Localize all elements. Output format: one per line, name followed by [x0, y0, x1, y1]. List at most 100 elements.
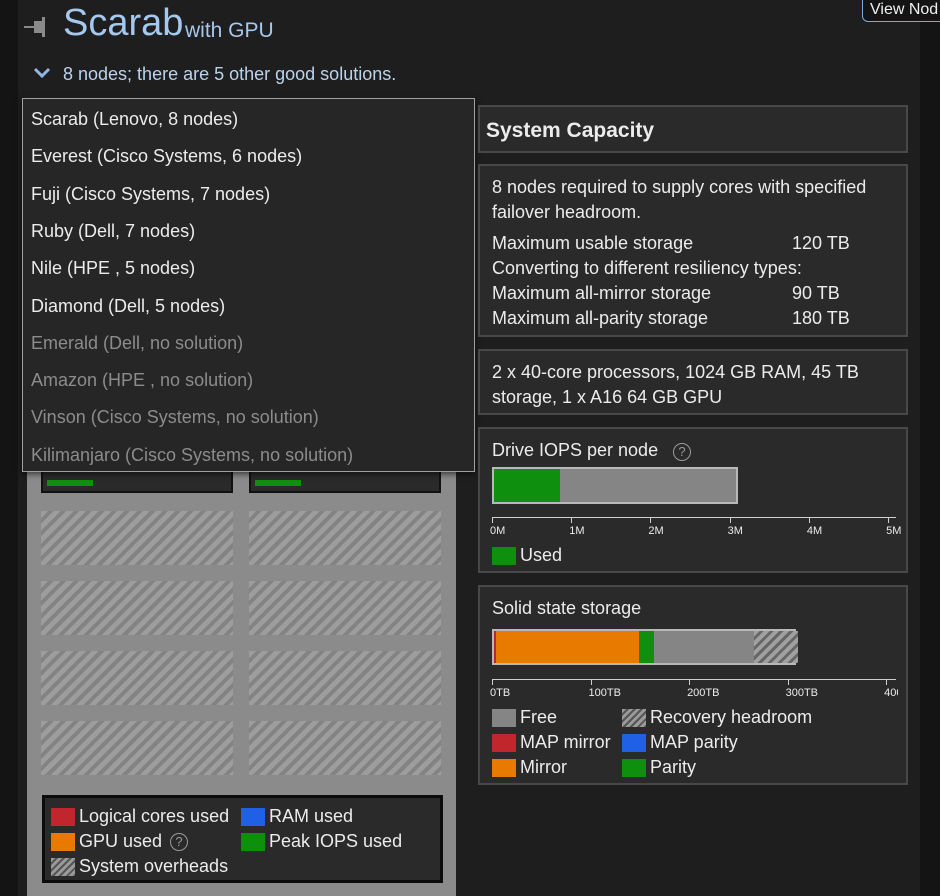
- peak-iops-swatch: [241, 832, 265, 851]
- mirror-swatch: [492, 758, 516, 777]
- capacity-summary-box: 8 nodes required to supply cores with sp…: [478, 164, 908, 337]
- map-parity-swatch: [622, 733, 646, 752]
- axis-tick: [787, 679, 789, 685]
- max-usable-label: Maximum usable storage: [492, 233, 694, 253]
- axis-tick-label: 0M: [490, 525, 506, 537]
- dropdown-option[interactable]: Fuji (Cisco Systems, 7 nodes): [31, 184, 270, 205]
- empty-node-slot: [41, 511, 233, 565]
- parity-swatch: [622, 758, 646, 777]
- axis-tick: [689, 679, 691, 685]
- map-mirror-swatch: [492, 733, 516, 752]
- pin-icon[interactable]: [22, 14, 52, 40]
- help-icon[interactable]: ?: [170, 832, 189, 851]
- recovery-swatch: [622, 708, 646, 727]
- legend-label: Logical cores used: [79, 806, 230, 826]
- iops-used-fill: [494, 469, 560, 502]
- axis-tick: [888, 517, 890, 523]
- parity-segment: [638, 631, 654, 663]
- help-icon[interactable]: ?: [673, 443, 691, 461]
- ram-swatch: [241, 807, 265, 826]
- node-iops-bar: [255, 480, 301, 486]
- view-node-button[interactable]: View Nod: [862, 0, 940, 22]
- legend-used: Used: [492, 545, 562, 566]
- node-iops-bar: [47, 480, 93, 486]
- hardware-spec-text: 2 x 40-core processors, 1024 GB RAM, 45 …: [492, 362, 859, 382]
- axis-tick-label: 400: [884, 687, 898, 699]
- storage-title: Solid state storage: [492, 598, 642, 618]
- legend-label: Parity: [650, 757, 697, 777]
- all-parity-value: 180 TB: [792, 308, 850, 328]
- dropdown-option[interactable]: Emerald (Dell, no solution): [31, 333, 243, 354]
- all-mirror-label: Maximum all-mirror storage: [492, 283, 712, 303]
- all-parity-label: Maximum all-parity storage: [492, 308, 709, 328]
- legend-label: Peak IOPS used: [269, 831, 403, 851]
- axis-tick-label: 1M: [569, 525, 585, 537]
- dropdown-option[interactable]: Vinson (Cisco Systems, no solution): [31, 407, 319, 428]
- dropdown-option[interactable]: Kilimanjaro (Cisco Systems, no solution): [31, 445, 353, 466]
- legend-recovery: Recovery headroom: [622, 707, 812, 728]
- used-swatch: [492, 546, 516, 565]
- dropdown-option[interactable]: Scarab (Lenovo, 8 nodes): [31, 109, 238, 130]
- empty-node-slot: [249, 511, 441, 565]
- legend-label: RAM used: [269, 806, 354, 826]
- empty-node-slot: [249, 581, 441, 635]
- legend-logical-cores: Logical cores used: [51, 806, 229, 827]
- legend-peak-iops: Peak IOPS used: [241, 831, 402, 852]
- dropdown-option[interactable]: Ruby (Dell, 7 nodes): [31, 221, 195, 242]
- legend-label: MAP parity: [650, 732, 738, 752]
- axis-tick-label: 4M: [806, 525, 823, 537]
- legend-map-parity: MAP parity: [622, 732, 738, 753]
- dropdown-option[interactable]: Everest (Cisco Systems, 6 nodes): [31, 146, 302, 167]
- axis-tick-label: 300TB: [785, 687, 819, 699]
- axis-tick: [729, 517, 731, 523]
- system-capacity-header: System Capacity: [478, 105, 908, 153]
- hardware-spec-text: storage, 1 x A16 64 GB GPU: [492, 387, 723, 407]
- axis-tick-label: 3M: [727, 525, 743, 537]
- logical-cores-swatch: [51, 807, 75, 826]
- axis-tick: [492, 517, 493, 523]
- empty-node-slot: [41, 721, 233, 775]
- gpu-swatch: [51, 832, 75, 851]
- legend-label: Used: [520, 545, 563, 565]
- empty-node-slot: [249, 651, 441, 705]
- axis-tick: [492, 679, 493, 685]
- axis-tick-label: 2M: [648, 525, 664, 537]
- iops-bar: [492, 467, 738, 504]
- axis-tick: [886, 679, 888, 685]
- legend-label: Free: [520, 707, 558, 727]
- legend-map-mirror: MAP mirror: [492, 732, 611, 753]
- legend-label: GPU used: [79, 831, 163, 851]
- iops-axis: [492, 517, 896, 518]
- axis-tick-label: 0TB: [490, 687, 511, 699]
- free-segment: [653, 631, 755, 663]
- solid-state-storage-box: Solid state storage Free Recovery headro…: [478, 585, 908, 785]
- page-title: Scarab: [63, 2, 184, 44]
- empty-node-slot: [249, 721, 441, 775]
- axis-tick-label: 100TB: [588, 687, 621, 699]
- axis-tick: [571, 517, 573, 523]
- solutions-summary[interactable]: 8 nodes; there are 5 other good solution…: [63, 64, 396, 85]
- free-swatch: [492, 708, 516, 727]
- axis-tick-label: 5M: [886, 525, 902, 537]
- storage-segments: [494, 631, 799, 663]
- axis-tick: [590, 679, 592, 685]
- converting-label: Converting to different resiliency types…: [492, 258, 802, 278]
- node-usage-legend: Logical cores used RAM used GPU used? Pe…: [42, 795, 443, 883]
- storage-bar: [492, 629, 799, 665]
- dropdown-option[interactable]: Diamond (Dell, 5 nodes): [31, 296, 225, 317]
- all-mirror-value: 90 TB: [792, 283, 840, 303]
- legend-label: System overheads: [79, 856, 229, 876]
- legend-label: Recovery headroom: [650, 707, 813, 727]
- chevron-down-icon[interactable]: [33, 66, 51, 80]
- mirror-segment: [495, 631, 639, 663]
- page-subtitle: with GPU: [185, 19, 274, 42]
- legend-mirror: Mirror: [492, 757, 567, 778]
- legend-ram: RAM used: [241, 806, 353, 827]
- recovery-segment: [754, 631, 799, 663]
- legend-parity: Parity: [622, 757, 696, 778]
- empty-node-slot: [41, 651, 233, 705]
- section-title: System Capacity: [486, 119, 655, 142]
- dropdown-option[interactable]: Amazon (HPE , no solution): [31, 370, 253, 391]
- dropdown-option[interactable]: Nile (HPE , 5 nodes): [31, 258, 195, 279]
- drive-iops-box: Drive IOPS per node ? Used 0M 1M 2M 3M 4M 5M: [478, 427, 908, 573]
